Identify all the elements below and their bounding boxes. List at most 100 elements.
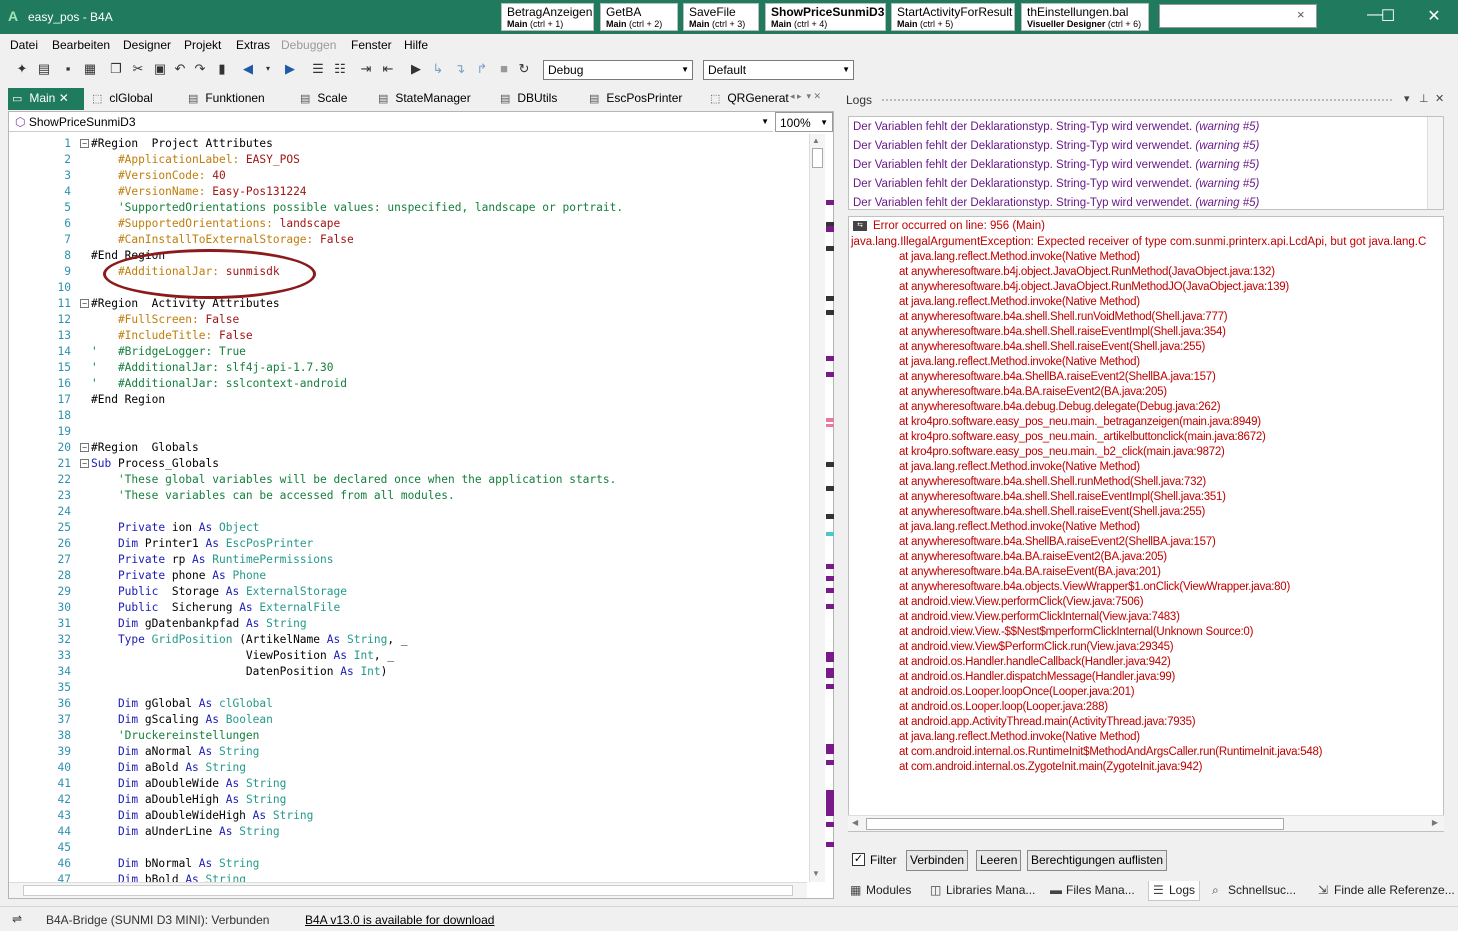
menu-fenster[interactable]: Fenster <box>351 38 392 52</box>
error-log-horizontal-scrollbar[interactable]: ◀ ▶ <box>848 815 1444 831</box>
step-into-icon[interactable]: ↳ <box>430 61 446 77</box>
error-log[interactable]: ⇆ Error occurred on line: 956 (Main) java… <box>848 216 1444 832</box>
comment-block-icon[interactable]: ☰ <box>310 61 326 77</box>
new-project-icon[interactable]: ✦ <box>14 61 30 77</box>
maximize-button[interactable]: ☐ <box>1376 6 1400 26</box>
scroll-right-icon[interactable]: ▶ <box>1432 818 1438 827</box>
run-icon[interactable]: ▶ <box>408 61 424 77</box>
tab-funktionen[interactable]: ▤ Funktionen <box>184 88 288 110</box>
connect-button[interactable]: Verbinden <box>906 850 969 871</box>
quick-tab[interactable]: BetragAnzeigen Main (ctrl + 1) <box>501 3 594 31</box>
close-icon[interactable]: ✕ <box>55 91 69 105</box>
quick-tab[interactable]: thEinstellungen.bal Visueller Designer (c… <box>1021 3 1149 31</box>
menu-projekt[interactable]: Projekt <box>184 38 221 52</box>
dock-tab-label: Modules <box>866 883 912 897</box>
code-token: Dim <box>91 537 145 550</box>
save-icon[interactable]: ▪ <box>60 61 76 77</box>
stack-frame: at android.view.View.performClick(View.j… <box>899 596 1144 608</box>
quick-tab[interactable]: SaveFile Main (ctrl + 3) <box>683 3 759 31</box>
pin-icon[interactable]: ⊥ <box>1419 92 1429 105</box>
tab-scale[interactable]: ▤ Scale <box>296 88 366 110</box>
build-mode-select[interactable]: Debug ▼ <box>543 60 693 80</box>
step-out-icon[interactable]: ↱ <box>474 61 490 77</box>
dock-tab-list[interactable]: ☰ Logs <box>1148 881 1201 901</box>
menu-hilfe[interactable]: Hilfe <box>404 38 428 52</box>
navigate-forward-icon[interactable]: ▶ <box>282 61 298 77</box>
outdent-icon[interactable]: ⇤ <box>380 61 396 77</box>
panel-grip[interactable] <box>882 99 1392 101</box>
close-icon[interactable]: ✕ <box>1435 92 1444 105</box>
list-permissions-button[interactable]: Berechtigungen auflisten <box>1027 850 1168 871</box>
dock-tab-modules[interactable]: ▦ Modules <box>846 881 915 901</box>
quick-tab[interactable]: StartActivityForResult Main (ctrl + 5) <box>891 3 1015 31</box>
scroll-thumb[interactable] <box>812 148 823 168</box>
chevron-down-icon[interactable]: ▾ <box>1404 92 1410 105</box>
scroll-thumb[interactable] <box>23 885 793 896</box>
sub-navigation-select[interactable]: ⬡ ShowPriceSunmiD3 ▼ <box>9 112 773 132</box>
editor-horizontal-scrollbar[interactable] <box>9 882 807 898</box>
warning-line[interactable]: Der Variablen fehlt der Deklarationstyp.… <box>853 118 1259 137</box>
clear-button[interactable]: Leeren <box>976 850 1022 871</box>
quick-tab[interactable]: GetBA Main (ctrl + 2) <box>600 3 678 31</box>
scroll-up-icon[interactable]: ▲ <box>812 136 820 145</box>
redo-icon[interactable]: ↷ <box>192 61 208 77</box>
device-select[interactable]: Default ▼ <box>703 60 854 80</box>
cut-icon[interactable]: ✂ <box>130 61 146 77</box>
undo-icon[interactable]: ↶ <box>172 61 188 77</box>
warnings-list[interactable]: Der Variablen fehlt der Deklarationstyp.… <box>848 116 1444 210</box>
fold-toggle[interactable]: − <box>80 459 89 468</box>
menu-designer[interactable]: Designer <box>123 38 171 52</box>
warning-line[interactable]: Der Variablen fehlt der Deklarationstyp.… <box>853 175 1259 194</box>
code-line: 43 Dim aDoubleWideHigh As String <box>9 808 807 824</box>
scroll-thumb[interactable] <box>866 818 1284 830</box>
scroll-left-icon[interactable]: ◀ <box>852 818 858 827</box>
code-editor[interactable]: ⬡ ShowPriceSunmiD3 ▼ 100% ▼ 1− #Region Proj… <box>8 111 834 899</box>
tab-scroll-arrows[interactable]: ◂ ▸ ▾ ✕ <box>790 91 821 102</box>
navigate-back-icon[interactable]: ◀ <box>240 61 256 77</box>
zoom-select[interactable]: 100% ▼ <box>775 112 833 132</box>
dock-tab-find-refs[interactable]: ⇲ Finde alle Referenze... <box>1314 881 1458 901</box>
warning-line[interactable]: Der Variablen fehlt der Deklarationstyp.… <box>853 194 1259 209</box>
fold-toggle[interactable]: − <box>80 299 89 308</box>
clear-search-icon[interactable]: × <box>1297 7 1305 22</box>
open-project-icon[interactable]: ▤ <box>36 61 52 77</box>
warnings-scrollbar[interactable] <box>1427 117 1443 209</box>
menu-datei[interactable]: Datei <box>10 38 38 52</box>
menu-bearbeiten[interactable]: Bearbeiten <box>52 38 110 52</box>
restart-icon[interactable]: ↻ <box>516 61 532 77</box>
fold-toggle[interactable]: − <box>80 443 89 452</box>
indent-icon[interactable]: ⇥ <box>358 61 374 77</box>
dock-tab-book[interactable]: ◫ Libraries Mana... <box>926 881 1039 901</box>
bookmark-icon[interactable]: ▮ <box>214 61 230 77</box>
code-token: As <box>205 537 226 550</box>
dock-tab-search[interactable]: ⌕ Schnellsuc... <box>1208 881 1300 901</box>
warning-line[interactable]: Der Variablen fehlt der Deklarationstyp.… <box>853 156 1259 175</box>
update-available-link[interactable]: B4A v13.0 is available for download <box>305 913 494 927</box>
copy-icon[interactable]: ❐ <box>108 61 124 77</box>
paste-icon[interactable]: ▣ <box>152 61 168 77</box>
chevron-down-icon[interactable]: ▾ <box>260 61 276 77</box>
tab-escposprinter[interactable]: ▤ EscPosPrinter <box>585 88 697 110</box>
warning-line[interactable]: Der Variablen fehlt der Deklarationstyp.… <box>853 137 1259 156</box>
tab-dbutils[interactable]: ▤ DBUtils <box>496 88 578 110</box>
dock-tab-folder[interactable]: ▬ Files Mana... <box>1046 881 1139 901</box>
code-area[interactable]: 1− #Region Project Attributes 2 #Applicati… <box>9 134 807 882</box>
menu-extras[interactable]: Extras <box>236 38 270 52</box>
editor-vertical-scrollbar[interactable]: ▲ ▼ <box>809 134 825 882</box>
step-over-icon[interactable]: ↴ <box>452 61 468 77</box>
stop-icon[interactable]: ■ <box>496 61 512 77</box>
save-all-icon[interactable]: ▦ <box>82 61 98 77</box>
fold-toggle[interactable]: − <box>80 139 89 148</box>
tab-main[interactable]: ▭ Main ✕ <box>8 88 84 110</box>
tab-clglobal[interactable]: ⬚ clGlobal <box>88 88 176 110</box>
tab-qrgenerat[interactable]: ⬚ QRGenerat <box>706 88 790 110</box>
quick-search-input[interactable]: showpr <box>1159 4 1317 28</box>
filter-checkbox[interactable]: ✓ <box>852 853 865 866</box>
scroll-down-icon[interactable]: ▼ <box>812 869 820 878</box>
quick-tab[interactable]: ShowPriceSunmiD3 Main (ctrl + 4) <box>765 3 886 31</box>
close-button[interactable]: ✕ <box>1422 6 1446 26</box>
menu-debuggen[interactable]: Debuggen <box>281 38 336 52</box>
tab-statemanager[interactable]: ▤ StateManager <box>374 88 488 110</box>
uncomment-block-icon[interactable]: ☷ <box>332 61 348 77</box>
tab-label: Scale <box>317 91 348 105</box>
